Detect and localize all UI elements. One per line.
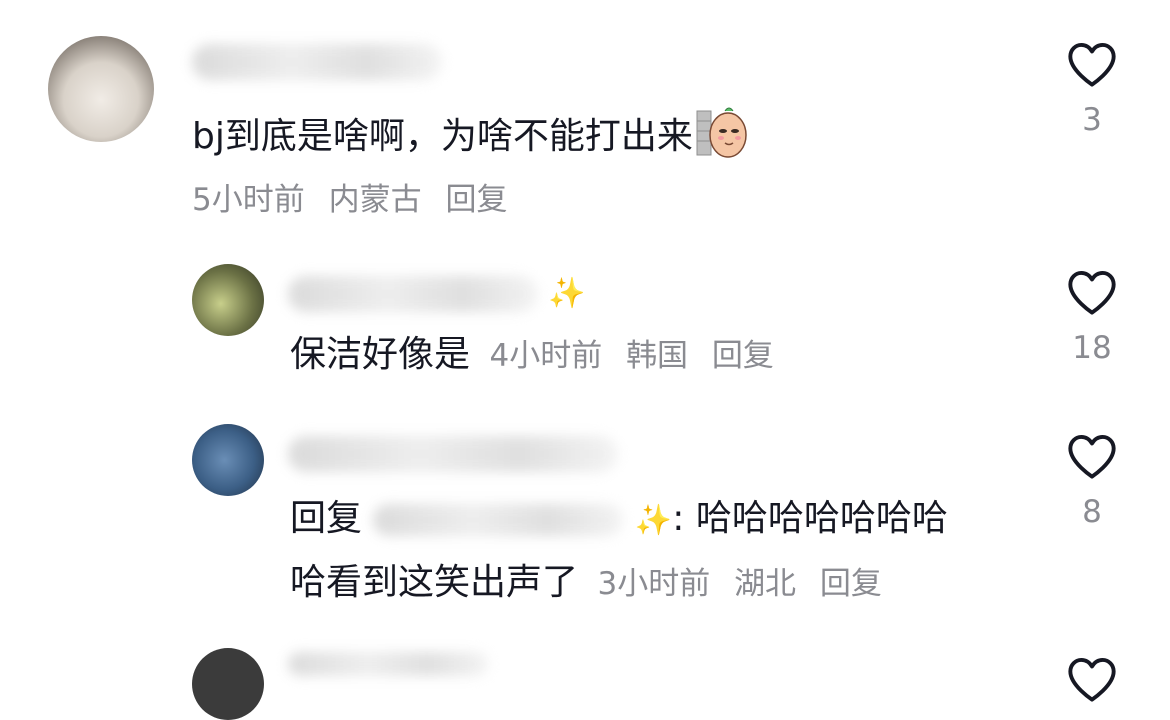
heart-icon[interactable] xyxy=(1066,655,1118,703)
like-count: 3 xyxy=(1082,102,1102,138)
comment-text: 保洁好像是 4小时前 韩国 回复 xyxy=(290,332,788,379)
like-count: 18 xyxy=(1072,330,1112,366)
timestamp: 4小时前 xyxy=(489,338,603,374)
like-control[interactable]: 18 xyxy=(1060,268,1124,366)
username-blurred[interactable] xyxy=(288,652,488,676)
like-control[interactable]: 3 xyxy=(1060,40,1124,138)
reply-button[interactable]: 回复 xyxy=(820,566,882,602)
reply-prefix: 回复 xyxy=(290,498,363,539)
timestamp: 3小时前 xyxy=(597,566,711,602)
comment-meta: 3小时前 湖北 回复 xyxy=(597,566,895,602)
location: 湖北 xyxy=(734,566,797,602)
comment-meta: 4小时前 韩国 回复 xyxy=(489,338,787,374)
sparkle-icon: ✨ xyxy=(548,276,586,311)
location: 内蒙古 xyxy=(328,182,422,218)
comment-body: bj到底是啥啊，为啥不能打出来 xyxy=(192,116,693,157)
avatar[interactable] xyxy=(192,264,264,336)
comment-meta: 5小时前 内蒙古 回复 xyxy=(192,174,521,219)
like-count: 8 xyxy=(1082,494,1102,530)
comment-body-line2: 哈看到这笑出声了 xyxy=(290,562,579,603)
sparkle-icon: ✨ xyxy=(634,503,673,538)
heart-icon[interactable] xyxy=(1060,40,1124,88)
comment-body: 保洁好像是 xyxy=(290,334,471,375)
location: 韩国 xyxy=(626,338,689,374)
comment-text: 回复 ✨: 哈哈哈哈哈哈哈 xyxy=(290,496,948,544)
username-blurred[interactable] xyxy=(288,436,618,472)
comment-text: bj到底是啥啊，为啥不能打出来 xyxy=(192,105,749,171)
username-blurred[interactable] xyxy=(192,44,442,80)
comment-text-line2: 哈看到这笑出声了 3小时前 湖北 回复 xyxy=(290,560,896,607)
mentioned-username-blurred[interactable] xyxy=(373,504,624,536)
avatar[interactable] xyxy=(192,648,264,720)
heart-icon[interactable] xyxy=(1060,268,1124,316)
username-blurred[interactable] xyxy=(288,276,538,312)
timestamp: 5小时前 xyxy=(192,182,305,218)
peeking-sticker-icon xyxy=(695,105,749,171)
avatar[interactable] xyxy=(192,424,264,496)
reply-button[interactable]: 回复 xyxy=(712,338,774,374)
reply-button[interactable]: 回复 xyxy=(445,182,507,218)
comment-body-line1: : 哈哈哈哈哈哈哈 xyxy=(672,498,948,539)
avatar[interactable] xyxy=(48,36,154,142)
heart-icon[interactable] xyxy=(1060,432,1124,480)
like-control[interactable]: 8 xyxy=(1060,432,1124,530)
